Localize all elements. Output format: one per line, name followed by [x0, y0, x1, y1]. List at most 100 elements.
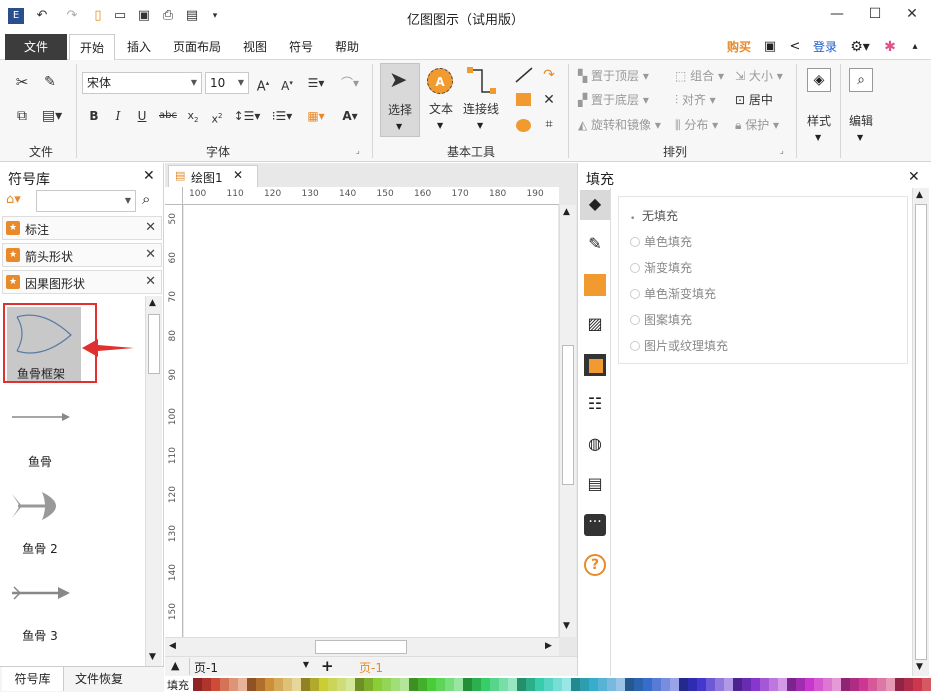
color-swatch[interactable] [796, 678, 805, 691]
color-swatch[interactable] [481, 678, 490, 691]
italic-icon[interactable]: I [110, 106, 126, 126]
palette-swatches[interactable] [193, 678, 931, 691]
fill-option-none[interactable]: • 无填充 [630, 207, 678, 224]
scroll-up-icon[interactable]: ▲ [149, 298, 156, 308]
color-swatch[interactable] [850, 678, 859, 691]
library-category-annotation[interactable]: ★ 标注 ✕ [2, 216, 162, 240]
comment-icon[interactable]: ··· [584, 514, 606, 536]
file-menu-button[interactable]: 文件 [5, 34, 67, 60]
scroll-down-icon[interactable]: ▼ [916, 662, 923, 672]
canvas-horizontal-scrollbar[interactable]: ◀ ▶ [165, 637, 559, 656]
color-swatch[interactable] [526, 678, 535, 691]
color-swatch[interactable] [724, 678, 733, 691]
color-swatch[interactable] [310, 678, 319, 691]
edit-button[interactable]: ⌕ 编辑 ▼ [842, 63, 880, 153]
customize-toolbar-icon[interactable]: ▾ [207, 8, 223, 24]
color-swatch[interactable] [274, 678, 283, 691]
color-swatch[interactable] [859, 678, 868, 691]
color-swatch[interactable] [877, 678, 886, 691]
color-swatch[interactable] [913, 678, 922, 691]
rectangle-tool-icon[interactable] [516, 93, 531, 106]
text-tool-button[interactable]: A 文本 ▼ [424, 63, 458, 137]
library-search-input[interactable]: ▼ [36, 190, 136, 212]
store-icon[interactable]: ▣ [760, 34, 780, 60]
subscript-icon[interactable]: x2 [184, 106, 202, 126]
color-swatch[interactable] [418, 678, 427, 691]
color-swatch[interactable] [256, 678, 265, 691]
font-size-select[interactable]: 10 ▼ [205, 72, 249, 94]
close-tab-icon[interactable]: ✕ [233, 168, 243, 182]
layers-icon[interactable] [584, 354, 606, 376]
align-text-icon[interactable]: ☰▾ [302, 73, 330, 93]
close-library-icon[interactable]: ✕ [143, 168, 155, 184]
color-swatch[interactable] [697, 678, 706, 691]
redo-icon[interactable]: ↷ [64, 8, 80, 24]
color-swatch[interactable] [868, 678, 877, 691]
collapse-ribbon-icon[interactable]: ▴ [906, 34, 924, 60]
color-swatch[interactable] [643, 678, 652, 691]
line-spacing-icon[interactable]: ↕☰▾ [232, 106, 262, 126]
bold-icon[interactable]: B [86, 106, 102, 126]
maximize-icon[interactable]: ☐ [856, 0, 894, 30]
color-swatch[interactable] [814, 678, 823, 691]
color-swatch[interactable] [283, 678, 292, 691]
decrease-font-icon[interactable]: A▾ [278, 73, 296, 93]
distribute-button[interactable]: ⫼ 分布 ▾ [675, 115, 735, 135]
settings-gear-icon[interactable]: ⚙▾ [846, 34, 874, 60]
close-fill-panel-icon[interactable]: ✕ [908, 169, 920, 185]
bring-to-front-button[interactable]: ▚ 置于顶层 ▾ [578, 66, 668, 86]
fill-option-mono-gradient[interactable]: 单色渐变填充 [630, 285, 716, 302]
color-swatch[interactable] [454, 678, 463, 691]
highlight-icon[interactable]: ▦▾ [302, 106, 330, 126]
line-tool-icon[interactable] [514, 66, 534, 84]
drawing-page[interactable] [184, 205, 558, 637]
fill-option-picture[interactable]: 图片或纹理填充 [630, 337, 728, 354]
color-swatch[interactable] [553, 678, 562, 691]
line-style-icon[interactable]: ✎ [584, 234, 606, 256]
color-swatch[interactable] [661, 678, 670, 691]
color-swatch[interactable] [760, 678, 769, 691]
color-swatch[interactable] [733, 678, 742, 691]
color-swatch[interactable] [607, 678, 616, 691]
tab-file-recovery[interactable]: 文件恢复 [68, 667, 130, 691]
export-icon[interactable]: ▤ [184, 8, 200, 24]
select-tool-button[interactable]: ➤ 选择 ▼ [380, 63, 420, 137]
color-swatch[interactable] [436, 678, 445, 691]
attachment-icon[interactable]: ▤ [584, 474, 606, 496]
copy-icon[interactable]: ⧉ [12, 106, 32, 126]
color-swatch[interactable] [391, 678, 400, 691]
tab-symbol[interactable]: 符号 [284, 34, 318, 60]
color-swatch[interactable] [544, 678, 553, 691]
page-tab[interactable]: 页-1 [359, 659, 383, 676]
color-swatch[interactable] [742, 678, 751, 691]
collapse-icon[interactable]: ▲ [171, 659, 179, 672]
color-swatch[interactable] [517, 678, 526, 691]
search-icon[interactable]: ⌕ [142, 190, 150, 208]
tab-start[interactable]: 开始 [69, 34, 115, 61]
color-swatch[interactable] [490, 678, 499, 691]
group-button[interactable]: ⬚ 组合 ▾ [675, 66, 735, 86]
color-swatch[interactable] [823, 678, 832, 691]
color-swatch[interactable] [463, 678, 472, 691]
library-category-arrow[interactable]: ★ 箭头形状 ✕ [2, 243, 162, 267]
fill-bucket-icon[interactable]: ◆ [584, 194, 606, 216]
home-icon[interactable]: ⌂▾ [6, 192, 21, 207]
underline-icon[interactable]: U [134, 106, 150, 126]
print-icon[interactable]: ⎙ [160, 8, 176, 24]
save-icon[interactable]: ▣ [136, 8, 152, 24]
color-swatch[interactable] [355, 678, 364, 691]
color-swatch[interactable] [688, 678, 697, 691]
color-swatch[interactable] [805, 678, 814, 691]
properties-icon[interactable]: ☷ [584, 394, 606, 416]
color-swatch[interactable] [346, 678, 355, 691]
color-swatch[interactable] [265, 678, 274, 691]
library-scrollbar[interactable]: ▲ ▼ [145, 296, 162, 666]
color-swatch[interactable] [445, 678, 454, 691]
send-to-back-button[interactable]: ▞ 置于底层 ▾ [578, 90, 668, 110]
color-swatch[interactable] [373, 678, 382, 691]
close-category-icon[interactable]: ✕ [145, 274, 156, 289]
add-page-icon[interactable]: + [321, 657, 334, 675]
buy-link[interactable]: 购买 [722, 34, 756, 60]
fill-option-pattern[interactable]: 图案填充 [630, 311, 692, 328]
color-swatch[interactable] [301, 678, 310, 691]
